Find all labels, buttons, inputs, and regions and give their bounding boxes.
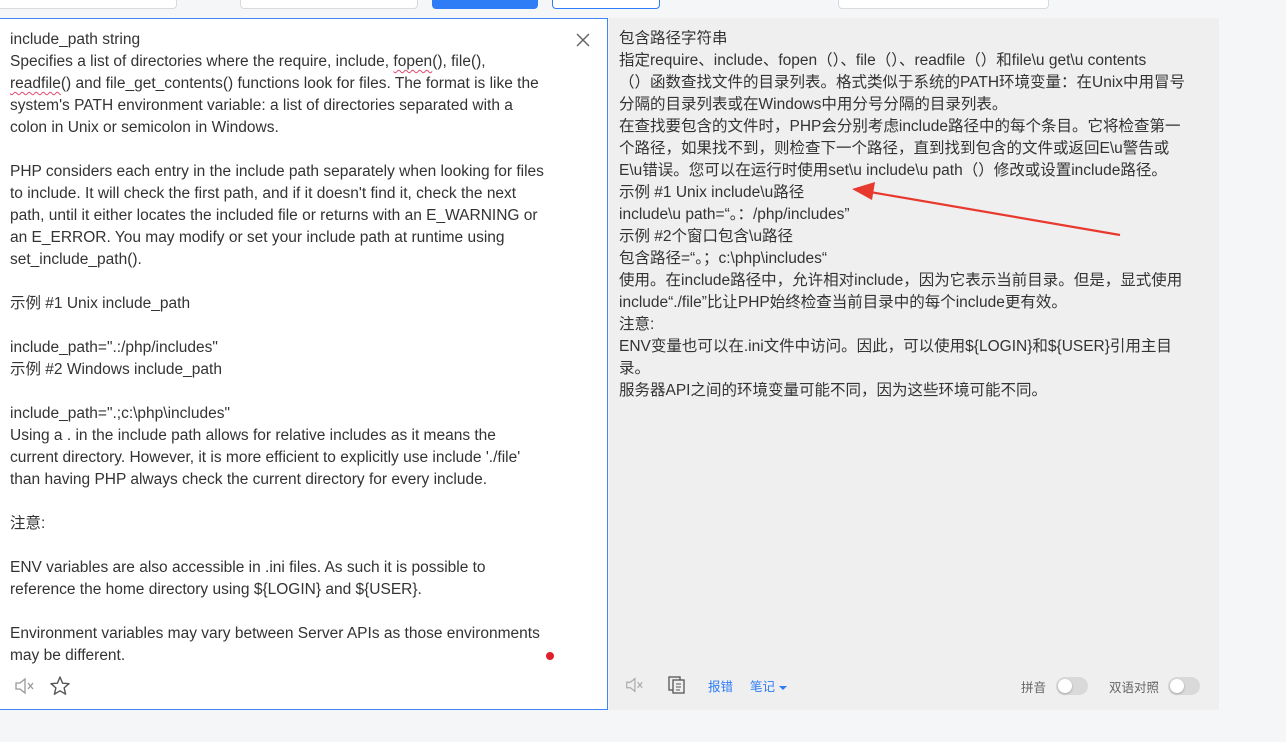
source-line-text: set_include_path(). <box>10 251 142 268</box>
engine-select[interactable] <box>838 0 1049 9</box>
translation-line: 示例 #1 Unix include\u路径 <box>619 184 805 201</box>
source-line: readfile() and file_get_contents() funct… <box>10 73 570 95</box>
source-line: include_path string <box>10 29 570 51</box>
source-line: may be different. <box>10 645 570 667</box>
source-line-text: include_path=".;c:\php\includes" <box>10 405 230 422</box>
translation-line: 使用。在include路径中，允许相对include，因为它表示当前目录。但是，… <box>619 272 1183 289</box>
translation-line: 分隔的目录列表或在Windows中用分号分隔的目录列表。 <box>619 96 1008 113</box>
source-line: include_path=".;c:\php\includes" <box>10 403 570 425</box>
source-text[interactable]: include_path string Specifies a list of d… <box>10 29 570 667</box>
source-text-panel[interactable]: include_path string Specifies a list of d… <box>0 18 608 710</box>
source-line-text: include_path=".:/php/includes" <box>10 339 218 356</box>
source-line <box>10 535 570 557</box>
translation-line: 指定require、include、fopen（）、file（）、readfil… <box>619 52 1147 69</box>
source-line-text: system's PATH environment variable: a li… <box>10 97 513 114</box>
translation-line: 个路径，如果找不到，则检查下一个路径，直到找到包含的文件或返回E\u警告或 <box>619 140 1170 157</box>
source-line-text: Environment variables may vary between S… <box>10 625 540 642</box>
source-line: PHP considers each entry in the include … <box>10 161 570 183</box>
source-line-text: (), file(), <box>432 53 486 70</box>
speaker-muted-icon[interactable] <box>13 675 35 697</box>
translation-line: 包含路径=“。；c:\php\includes“ <box>619 250 828 267</box>
source-line-text: colon in Unix or semicolon in Windows. <box>10 119 279 136</box>
translation-line: ENV变量也可以在.ini文件中访问。因此，可以使用${LOGIN}和${USE… <box>619 338 1172 355</box>
source-line-text: include_path string <box>10 31 141 48</box>
translation-line: 注意: <box>619 316 655 333</box>
source-line: than having PHP always check the current… <box>10 469 570 491</box>
spellcheck-word[interactable]: readfile <box>10 75 61 92</box>
translation-line: 示例 #2个窗口包含\u路径 <box>619 228 793 245</box>
translation-line: 服务器API之间的环境变量可能不同，因为这些环境可能不同。 <box>619 382 1047 399</box>
source-line: path, until it either locates the includ… <box>10 205 570 227</box>
translation-line: include“./file”比让PHP始终检查当前目录中的每个include更… <box>619 294 1067 311</box>
source-line: set_include_path(). <box>10 249 570 271</box>
source-line: to include. It will check the first path… <box>10 183 570 205</box>
translation-text: 包含路径字符串指定require、include、fopen（）、file（）、… <box>619 28 1209 402</box>
speaker-muted-icon[interactable] <box>624 675 644 695</box>
translate-button[interactable] <box>432 0 538 9</box>
source-line-text: Specifies a list of directories where th… <box>10 53 394 70</box>
source-line-text: PHP considers each entry in the include … <box>10 163 544 180</box>
source-line: Environment variables may vary between S… <box>10 623 570 645</box>
language-select[interactable] <box>240 0 418 9</box>
translation-line: 在查找要包含的文件时，PHP会分别考虑include路径中的每个条目。它将检查第… <box>619 118 1181 135</box>
translation-line: E\u错误。您可以在运行时使用set\u include\u path（）修改或… <box>619 162 1167 179</box>
source-line: an E_ERROR. You may modify or set your i… <box>10 227 570 249</box>
source-line: include_path=".:/php/includes" <box>10 337 570 359</box>
source-line-text: to include. It will check the first path… <box>10 185 517 202</box>
source-line <box>10 601 570 623</box>
source-line: current directory. However, it is more e… <box>10 447 570 469</box>
source-line-text: an E_ERROR. You may modify or set your i… <box>10 229 505 246</box>
pinyin-label: 拼音 <box>1021 681 1047 695</box>
source-line-text: may be different. <box>10 647 126 664</box>
spellcheck-word[interactable]: fopen <box>393 53 432 70</box>
caret-down-icon <box>778 685 787 690</box>
source-line-text: 注意: <box>10 515 46 532</box>
source-line-text: ENV variables are also accessible in .in… <box>10 559 486 576</box>
source-line-text: reference the home directory using ${LOG… <box>10 581 422 598</box>
source-line: ENV variables are also accessible in .in… <box>10 557 570 579</box>
star-icon[interactable] <box>49 675 71 697</box>
translation-line: （）函数查找文件的目录列表。格式类似于系统的PATH环境变量：在Unix中用冒号 <box>619 74 1186 91</box>
translation-line: 录。 <box>619 360 651 377</box>
source-line: reference the home directory using ${LOG… <box>10 579 570 601</box>
translation-panel: 包含路径字符串指定require、include、fopen（）、file（）、… <box>609 18 1219 710</box>
record-indicator <box>546 652 554 660</box>
source-line-text: 示例 #2 Windows include_path <box>10 361 222 378</box>
source-line-text: 示例 #1 Unix include_path <box>10 295 191 312</box>
notes-label: 笔记 <box>750 680 776 694</box>
source-line <box>10 381 570 403</box>
pinyin-toggle[interactable] <box>1056 677 1088 695</box>
translation-line: 包含路径字符串 <box>619 30 728 47</box>
source-line-text: () and file_get_contents() functions loo… <box>60 75 539 92</box>
source-line: colon in Unix or semicolon in Windows. <box>10 117 570 139</box>
notes-dropdown[interactable]: 笔记 <box>750 676 787 695</box>
source-line-text: path, until it either locates the includ… <box>10 207 538 224</box>
copy-icon[interactable] <box>667 675 687 695</box>
source-line: 注意: <box>10 513 570 535</box>
source-line <box>10 491 570 513</box>
source-line-text: current directory. However, it is more e… <box>10 449 521 466</box>
toolbar-button-1[interactable] <box>0 0 177 9</box>
source-line: 示例 #1 Unix include_path <box>10 293 570 315</box>
source-line <box>10 271 570 293</box>
bilingual-toggle[interactable] <box>1168 677 1200 695</box>
source-line: 示例 #2 Windows include_path <box>10 359 570 381</box>
source-line: Specifies a list of directories where th… <box>10 51 570 73</box>
source-line: Using a . in the include path allows for… <box>10 425 570 447</box>
secondary-action-button[interactable] <box>552 0 660 9</box>
source-line-text: than having PHP always check the current… <box>10 471 488 488</box>
bilingual-label: 双语对照 <box>1109 681 1160 695</box>
translation-line: include\u path=“。：/php/includes” <box>619 206 850 223</box>
source-line <box>10 315 570 337</box>
close-icon[interactable] <box>574 31 592 49</box>
report-error-link[interactable]: 报错 <box>708 676 733 695</box>
source-line: system's PATH environment variable: a li… <box>10 95 570 117</box>
source-line <box>10 139 570 161</box>
top-toolbar <box>0 0 1286 18</box>
source-line-text: Using a . in the include path allows for… <box>10 427 496 444</box>
